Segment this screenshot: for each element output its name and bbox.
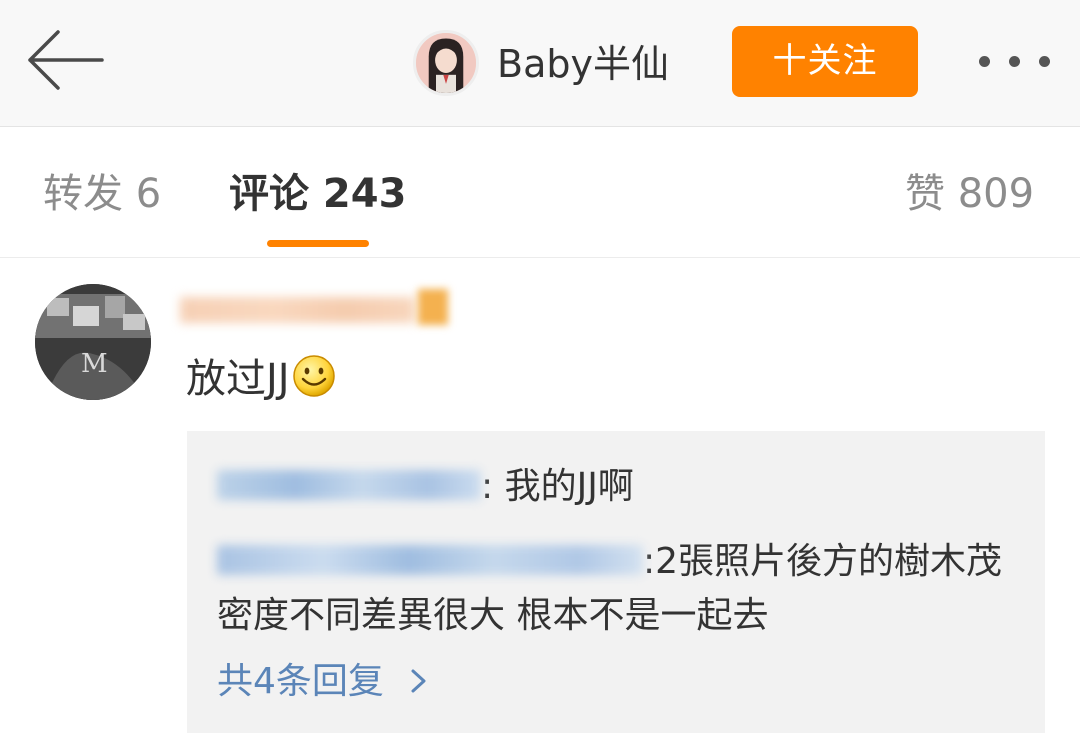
top-nav-bar: Baby半仙 十关注	[0, 0, 1080, 127]
tab-repost[interactable]: 转发 6	[43, 166, 161, 222]
redacted-username	[217, 470, 481, 500]
comment-item: M 放过JJ : 我的JJ啊 :2張照片後方的樹木茂密度不同差異很大 根本不是一…	[0, 259, 1080, 733]
comment-text: 放过JJ	[186, 351, 336, 407]
reply-item[interactable]: :2張照片後方的樹木茂密度不同差異很大 根本不是一起去	[217, 535, 1017, 643]
user-level-badge-icon	[418, 289, 448, 325]
post-tabs: 转发 6 评论 243 赞 809	[0, 128, 1080, 258]
replies-box: : 我的JJ啊 :2張照片後方的樹木茂密度不同差異很大 根本不是一起去 共4条回…	[187, 431, 1045, 733]
comment-body: 放过JJ	[186, 356, 290, 402]
smile-emoji-icon	[292, 355, 335, 397]
author-avatar[interactable]	[413, 30, 479, 96]
tab-like[interactable]: 赞 809	[905, 166, 1034, 222]
redacted-username	[180, 297, 415, 323]
author-name[interactable]: Baby半仙	[497, 36, 669, 92]
svg-text:M: M	[81, 349, 108, 379]
more-dots-icon	[979, 56, 990, 67]
avatar-image	[416, 33, 476, 93]
view-all-replies-link[interactable]: 共4条回复	[217, 656, 431, 708]
reply-text: : 我的JJ啊	[481, 466, 634, 507]
back-button[interactable]	[22, 28, 106, 92]
more-button[interactable]	[975, 42, 1055, 82]
more-replies-label: 共4条回复	[217, 661, 384, 702]
active-tab-indicator	[267, 240, 369, 247]
commenter-name-redacted	[180, 289, 460, 329]
tab-comment[interactable]: 评论 243	[229, 166, 406, 222]
reply-item[interactable]: : 我的JJ啊	[217, 461, 634, 513]
redacted-username	[217, 545, 643, 575]
commenter-avatar[interactable]: M	[35, 284, 151, 400]
follow-button[interactable]: 十关注	[732, 26, 918, 97]
chevron-right-icon	[411, 669, 426, 693]
avatar-image: M	[35, 284, 151, 400]
more-dots-icon	[1009, 56, 1020, 67]
arrow-left-icon	[28, 30, 104, 90]
more-dots-icon	[1039, 56, 1050, 67]
